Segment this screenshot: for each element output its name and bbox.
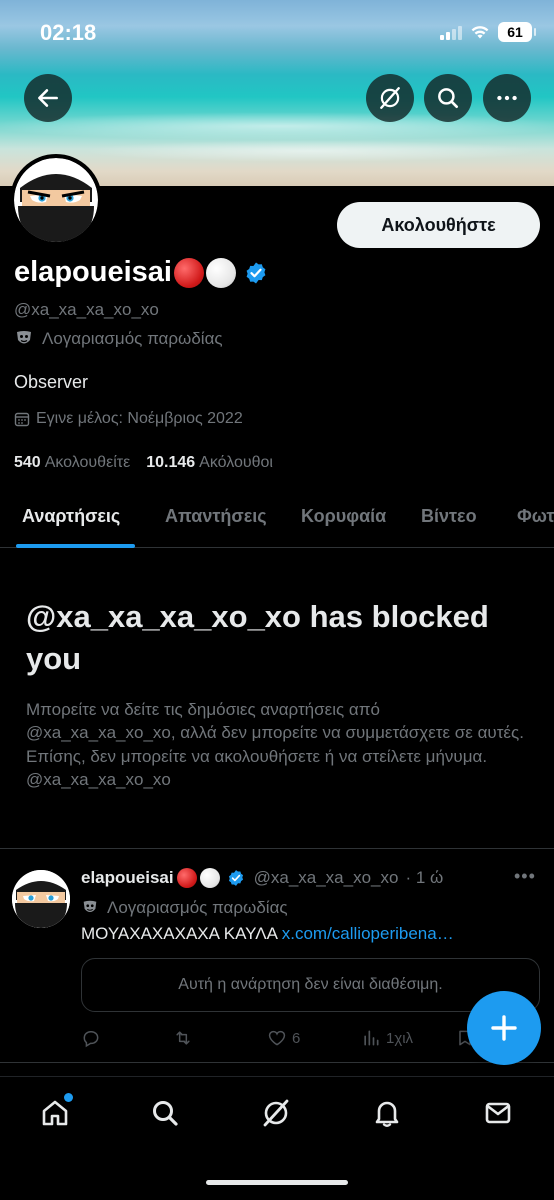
like-count: 6 [292,1029,301,1047]
compose-button[interactable] [467,991,541,1065]
tab-videos[interactable]: Βίντεο [421,506,477,527]
verified-icon [228,870,243,886]
white-circle-emoji [199,868,220,888]
nav-search[interactable] [145,1093,185,1133]
reply-button[interactable] [81,1028,101,1048]
post-parody-label: Λογαριασμός παρωδίας [81,898,288,918]
post-author-avatar[interactable] [12,870,70,928]
post-author-name[interactable]: elapoueisai [81,868,174,888]
followers-link[interactable]: 10.146 Ακόλουθοι [146,454,273,472]
reply-icon [83,1031,99,1048]
profile-handle: @xa_xa_xa_xo_xo [14,300,159,319]
views-count: 1χιλ [386,1029,414,1047]
display-name-text: elapoueisai [14,256,172,288]
search-icon [153,1101,178,1126]
calendar-icon [14,412,30,427]
repost-button[interactable] [173,1028,193,1048]
repost-icon [176,1031,190,1045]
post-divider [0,1062,554,1063]
more-options-button[interactable] [483,74,531,122]
home-indicator[interactable] [206,1180,348,1185]
back-arrow-icon [38,89,58,107]
quoted-post-unavailable: Αυτή η ανάρτηση δεν είναι διαθέσιμη. [81,958,540,1012]
white-circle-emoji [205,257,236,288]
battery-indicator: 61 [498,22,536,42]
profile-avatar[interactable] [10,154,102,246]
post-body: ΜΟΥΑΧΑΧΑΧΑΧΑ ΚΑΥΛΑ x.com/callioperibena… [81,924,454,944]
status-time: 02:18 [40,20,97,45]
verified-icon[interactable] [244,261,268,285]
ninja-avatar-image [12,870,70,928]
joined-date: Εγινε μέλος: Νοέμβριος 2022 [14,410,243,428]
profile-tabs: Αναρτήσεις Απαντήσεις Κορυφαία Βίντεο Φω… [0,490,554,548]
parody-mask-icon [17,331,31,344]
back-button[interactable] [24,74,72,122]
blocked-title: @xa_xa_xa_xo_xo has blocked you [26,599,489,677]
like-button[interactable]: 6 [267,1028,300,1048]
grok-button[interactable] [366,74,414,122]
red-circle-emoji [173,257,204,288]
post-text: ΜΟΥΑΧΑΧΑΧΑΧΑ ΚΑΥΛΑ [81,924,277,943]
parody-mask-icon [83,900,97,913]
joined-date-text: Εγινε μέλος: Νοέμβριος 2022 [36,410,243,427]
compose-plus-icon [491,1015,517,1041]
wifi-icon [471,26,489,39]
profile-display-name: elapoueisai [14,256,268,289]
nav-notifications[interactable] [367,1093,407,1133]
post-parody-text: Λογαριασμός παρωδίας [107,898,288,917]
tab-posts[interactable]: Αναρτήσεις [22,506,120,527]
like-icon [268,1030,286,1046]
profile-stats: 540 Ακολουθείτε 10.146 Ακόλουθοι [14,454,273,472]
views-icon [364,1030,379,1046]
post-time: · 1 ώ [405,868,444,887]
search-button[interactable] [424,74,472,122]
search-icon [438,88,459,109]
more-icon [497,95,517,101]
parody-label-text: Λογαριασμός παρωδίας [42,329,223,348]
messages-icon [485,1102,511,1124]
nav-home[interactable] [35,1093,75,1133]
red-circle-emoji [176,868,197,888]
post-header: elapoueisai @xa_xa_xa_xo_xo · 1 ώ [81,868,443,888]
nav-grok[interactable] [256,1093,296,1133]
post-link[interactable]: x.com/callioperibena… [282,924,454,943]
parody-label: Λογαριασμός παρωδίας [14,329,223,349]
post-author-handle: @xa_xa_xa_xo_xo [253,868,399,887]
status-bar: 02:18 61 [0,0,554,64]
notifications-icon [375,1101,399,1127]
blocked-message: Μπορείτε να δείτε τις δημόσιες αναρτήσει… [26,700,524,790]
active-tab-indicator [16,544,135,548]
home-notification-badge [64,1093,73,1102]
grok-icon [380,87,400,109]
profile-bio: Observer [14,372,89,392]
tab-highlights[interactable]: Κορυφαία [301,506,386,527]
section-divider [0,848,554,849]
signal-icon [440,24,462,40]
post-more-button[interactable]: ••• [514,866,536,887]
tab-photos[interactable]: Φωτ [517,506,554,527]
status-icons: 61 [440,22,536,42]
ninja-avatar-image [14,158,98,242]
grok-icon [263,1099,289,1127]
follow-button[interactable]: Ακολουθήστε [337,202,540,248]
views-button[interactable]: 1χιλ [361,1028,413,1048]
nav-messages[interactable] [478,1093,518,1133]
tab-replies[interactable]: Απαντήσεις [165,506,267,527]
following-link[interactable]: 540 Ακολουθείτε [14,454,130,472]
